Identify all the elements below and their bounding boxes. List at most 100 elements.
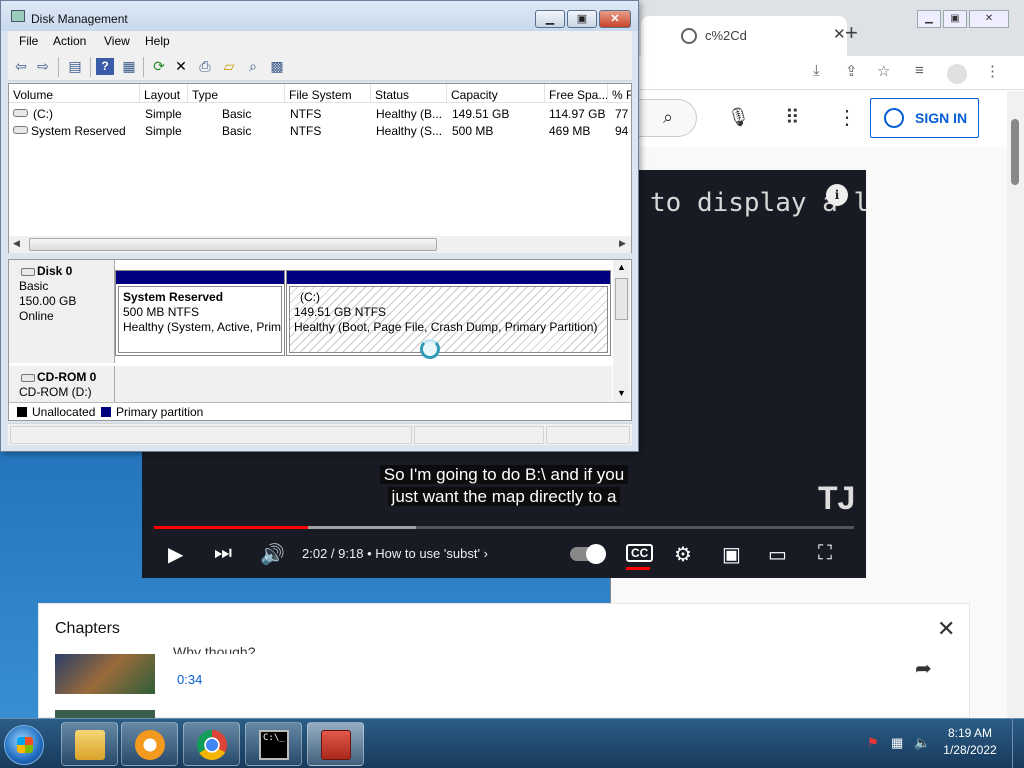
disk-0-label[interactable]: Disk 0 Basic 150.00 GB Online: [9, 260, 115, 363]
col-file-system[interactable]: File System: [285, 84, 371, 103]
horizontal-scrollbar[interactable]: ◀ ▶: [9, 236, 631, 253]
share-icon[interactable]: ⇪: [845, 62, 858, 80]
scroll-right-icon[interactable]: ▶: [619, 238, 626, 249]
info-icon[interactable]: i: [826, 184, 848, 206]
autoplay-toggle[interactable]: [570, 544, 606, 564]
more-icon[interactable]: ⋮: [837, 105, 857, 130]
taskbar-explorer[interactable]: [61, 722, 118, 766]
apps-icon[interactable]: ⠿: [785, 105, 800, 130]
col-type[interactable]: Type: [188, 84, 285, 103]
chapter-name[interactable]: How to use 'subst': [375, 546, 480, 561]
title-bar[interactable]: Disk Management ▁ ▣ ✕: [1, 1, 638, 31]
page-scrollbar[interactable]: [1007, 91, 1024, 718]
fullscreen-icon[interactable]: ⛶: [818, 542, 832, 565]
tab-title: c%2Cd: [705, 28, 747, 43]
forward-icon[interactable]: ⇨: [34, 58, 52, 75]
help-icon[interactable]: ?: [96, 58, 114, 75]
browser-tab[interactable]: c%2Cd ✕: [641, 16, 847, 56]
chapters-title: Chapters: [55, 620, 120, 637]
cell-type: Basic: [222, 124, 252, 138]
show-hide-tree-icon[interactable]: ▤: [66, 58, 84, 75]
tab-close-icon[interactable]: ✕: [833, 25, 846, 43]
maximize-icon[interactable]: ▣: [943, 10, 967, 28]
cdrom-area[interactable]: [115, 366, 612, 402]
miniplayer-icon[interactable]: ▣: [722, 542, 741, 567]
scroll-up-icon[interactable]: ▲: [617, 262, 626, 272]
network-icon[interactable]: ▦: [891, 735, 903, 751]
progress-bar[interactable]: [154, 526, 854, 529]
menu-action[interactable]: Action: [53, 34, 86, 48]
scrollbar-thumb[interactable]: [615, 278, 628, 320]
play-icon[interactable]: ▶: [168, 542, 183, 567]
table-row[interactable]: (C:) Simple Basic NTFS Healthy (B... 149…: [9, 105, 631, 122]
minimize-icon[interactable]: ▁: [917, 10, 941, 28]
settings-icon[interactable]: ⚙: [674, 542, 692, 567]
chapter-thumbnail[interactable]: [55, 654, 155, 694]
search-icon[interactable]: ⌕: [244, 58, 262, 75]
menu-view[interactable]: View: [104, 34, 130, 48]
col-volume[interactable]: Volume: [9, 84, 140, 103]
properties-page-icon[interactable]: ⎙: [196, 58, 214, 75]
close-window-icon[interactable]: ✕: [969, 10, 1009, 28]
close-chapters-icon[interactable]: ✕: [937, 616, 955, 642]
cdrom-0-label[interactable]: CD-ROM 0 CD-ROM (D:): [9, 366, 115, 402]
scroll-down-icon[interactable]: ▼: [617, 388, 626, 398]
window-title: Disk Management: [31, 12, 128, 26]
disk-management-window: Disk Management ▁ ▣ ✕ File Action View H…: [0, 0, 639, 452]
minimize-button[interactable]: ▁: [535, 10, 565, 28]
install-icon[interactable]: ⤓: [813, 62, 820, 79]
col-status[interactable]: Status: [371, 84, 447, 103]
menu-help[interactable]: Help: [145, 34, 170, 48]
properties-icon[interactable]: ▦: [120, 58, 138, 75]
col-free-space[interactable]: Free Spa...: [545, 84, 608, 103]
delete-icon[interactable]: ✕: [172, 58, 190, 75]
partition-c[interactable]: (C:) 149.51 GB NTFS Healthy (Boot, Page …: [286, 270, 611, 356]
sign-in-button[interactable]: SIGN IN: [870, 98, 979, 138]
profile-icon[interactable]: [947, 64, 967, 84]
taskbar-media-player[interactable]: [121, 722, 178, 766]
volume-icon[interactable]: 🔈: [914, 735, 930, 751]
clock[interactable]: 8:19 AM 1/28/2022: [940, 725, 1000, 759]
next-icon[interactable]: ⏭: [214, 542, 232, 565]
scroll-left-icon[interactable]: ◀: [13, 238, 20, 249]
share-icon[interactable]: ➦: [915, 656, 932, 681]
col-layout[interactable]: Layout: [140, 84, 188, 103]
new-tab-icon[interactable]: +: [845, 20, 858, 46]
partition-size: 500 MB NTFS: [123, 305, 200, 319]
col-capacity[interactable]: Capacity: [447, 84, 545, 103]
chapter-chevron-icon[interactable]: ›: [484, 546, 488, 561]
chapter-title[interactable]: Why though?: [173, 644, 256, 654]
legend-unallocated: Unallocated: [32, 405, 96, 419]
start-button[interactable]: [4, 725, 44, 765]
scrollbar-thumb[interactable]: [1011, 119, 1019, 185]
taskbar-disk-management[interactable]: [307, 722, 364, 766]
show-desktop-button[interactable]: [1012, 719, 1024, 768]
cell-status: Healthy (B...: [376, 107, 443, 121]
table-row[interactable]: System Reserved Simple Basic NTFS Health…: [9, 122, 631, 139]
chapter-time[interactable]: 0:34: [177, 672, 202, 687]
taskbar-command-prompt[interactable]: C:\_: [245, 722, 302, 766]
partition-system-reserved[interactable]: System Reserved 500 MB NTFS Healthy (Sys…: [115, 270, 285, 356]
taskbar-chrome[interactable]: [183, 722, 240, 766]
volume-icon[interactable]: 🔊: [260, 542, 285, 567]
mic-icon[interactable]: 🎙: [727, 107, 750, 128]
scrollbar-thumb[interactable]: [29, 238, 437, 251]
close-button[interactable]: ✕: [599, 10, 631, 28]
media-icon[interactable]: ≡: [915, 62, 924, 79]
cell-free-space: 469 MB: [549, 124, 591, 138]
search-icon[interactable]: ⌕: [663, 107, 673, 128]
col-percent-free[interactable]: % F: [608, 84, 631, 103]
menu-file[interactable]: File: [19, 34, 38, 48]
partition-status: Healthy (Boot, Page File, Crash Dump, Pr…: [294, 320, 598, 334]
network-warning-icon[interactable]: ⚑: [867, 735, 879, 751]
theater-icon[interactable]: ▭: [768, 542, 787, 567]
refresh-icon[interactable]: ⟳: [150, 58, 168, 75]
maximize-button[interactable]: ▣: [567, 10, 597, 28]
captions-icon[interactable]: CC: [626, 544, 654, 562]
menu-dots-icon[interactable]: ⋮: [985, 62, 1000, 80]
back-icon[interactable]: ⇦: [12, 58, 30, 75]
bookmark-star-icon[interactable]: ☆: [877, 62, 890, 80]
view-icon[interactable]: ▩: [268, 58, 286, 75]
open-folder-icon[interactable]: ▱: [220, 58, 238, 75]
vertical-scrollbar[interactable]: ▲ ▼: [613, 260, 630, 402]
